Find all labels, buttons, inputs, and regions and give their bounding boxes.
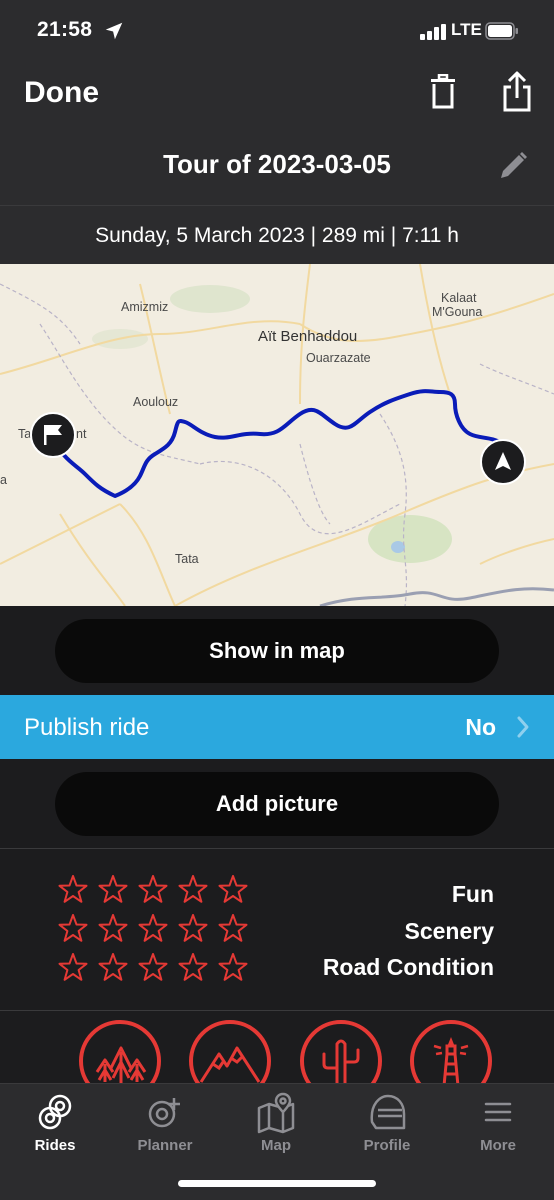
tab-label: Map xyxy=(261,1137,291,1154)
map-label: Aoulouz xyxy=(133,395,179,409)
tab-label: Profile xyxy=(363,1137,411,1154)
ride-header: Done Tour of 2023-03-05 xyxy=(0,62,554,206)
add-picture-button[interactable]: Add picture xyxy=(55,772,499,836)
map-icon xyxy=(257,1092,295,1134)
tab-label: More xyxy=(480,1137,516,1154)
network-label: LTE xyxy=(451,20,482,39)
star-icon[interactable] xyxy=(96,912,130,946)
star-icon[interactable] xyxy=(216,912,250,946)
start-marker xyxy=(30,412,76,458)
battery-icon xyxy=(485,22,518,40)
ride-summary: Sunday, 5 March 2023 | 289 mi | 7:11 h xyxy=(95,224,459,247)
tab-rides[interactable]: Rides xyxy=(0,1084,110,1164)
done-button[interactable]: Done xyxy=(24,76,99,110)
share-icon[interactable] xyxy=(501,70,533,112)
publish-ride-label: Publish ride xyxy=(24,714,150,741)
trash-icon[interactable] xyxy=(428,74,458,110)
tab-label: Rides xyxy=(34,1137,76,1154)
tour-title: Tour of 2023-03-05 xyxy=(163,149,391,179)
star-icon[interactable] xyxy=(56,912,90,946)
star-icon[interactable] xyxy=(216,951,250,985)
map-label: Ouarzazate xyxy=(306,351,371,365)
star-icon[interactable] xyxy=(56,951,90,985)
publish-ride-row[interactable]: Publish ride No xyxy=(0,695,554,759)
rating-label-scenery: Scenery xyxy=(404,918,494,944)
route-map[interactable]: Amizmiz Kalaat M'Gouna Aït Benhaddou Oua… xyxy=(0,264,554,606)
pencil-icon[interactable] xyxy=(497,150,529,182)
home-indicator xyxy=(178,1180,376,1187)
rating-stars-road-condition[interactable] xyxy=(56,951,256,985)
star-icon[interactable] xyxy=(96,951,130,985)
star-icon[interactable] xyxy=(216,873,250,907)
ride-summary-bar: Sunday, 5 March 2023 | 289 mi | 7:11 h xyxy=(0,206,554,264)
tab-map[interactable]: Map xyxy=(221,1084,331,1164)
map-label: Kalaat xyxy=(441,291,477,305)
rating-label-road-condition: Road Condition xyxy=(322,954,494,980)
star-icon[interactable] xyxy=(96,873,130,907)
status-bar: 21:58 LTE xyxy=(0,0,554,62)
divider xyxy=(0,848,554,849)
map-label: Tata xyxy=(175,552,199,566)
publish-ride-value: No xyxy=(465,714,496,740)
status-time: 21:58 xyxy=(37,18,93,41)
star-icon[interactable] xyxy=(176,873,210,907)
end-marker xyxy=(480,439,526,485)
map-label: M'Gouna xyxy=(432,305,483,319)
map-label: Amizmiz xyxy=(121,300,169,314)
tab-label: Planner xyxy=(137,1137,193,1154)
rating-label-fun: Fun xyxy=(451,881,494,907)
rating-stars-fun[interactable] xyxy=(56,873,256,907)
star-icon[interactable] xyxy=(136,873,170,907)
tab-profile[interactable]: Profile xyxy=(332,1084,442,1164)
rides-icon xyxy=(38,1094,72,1130)
navigation-arrow-icon xyxy=(495,452,511,470)
map-label: Aït Benhaddou xyxy=(258,328,358,345)
tab-planner[interactable]: Planner xyxy=(110,1084,220,1164)
helmet-icon xyxy=(370,1094,406,1130)
star-icon[interactable] xyxy=(176,912,210,946)
divider xyxy=(0,1010,554,1011)
route-line xyxy=(53,389,506,498)
star-icon[interactable] xyxy=(56,873,90,907)
star-icon[interactable] xyxy=(136,951,170,985)
menu-icon xyxy=(484,1102,512,1122)
planner-icon xyxy=(148,1098,180,1128)
star-icon[interactable] xyxy=(176,951,210,985)
rating-stars-scenery[interactable] xyxy=(56,912,256,946)
signal-icon xyxy=(420,24,446,40)
show-in-map-button[interactable]: Show in map xyxy=(55,619,499,683)
star-icon[interactable] xyxy=(136,912,170,946)
chevron-right-icon xyxy=(517,716,529,738)
map-label: nt xyxy=(76,427,87,441)
tab-more[interactable]: More xyxy=(443,1084,553,1164)
location-arrow-icon xyxy=(105,22,123,40)
flag-icon xyxy=(44,425,62,445)
map-label: a xyxy=(0,473,7,487)
